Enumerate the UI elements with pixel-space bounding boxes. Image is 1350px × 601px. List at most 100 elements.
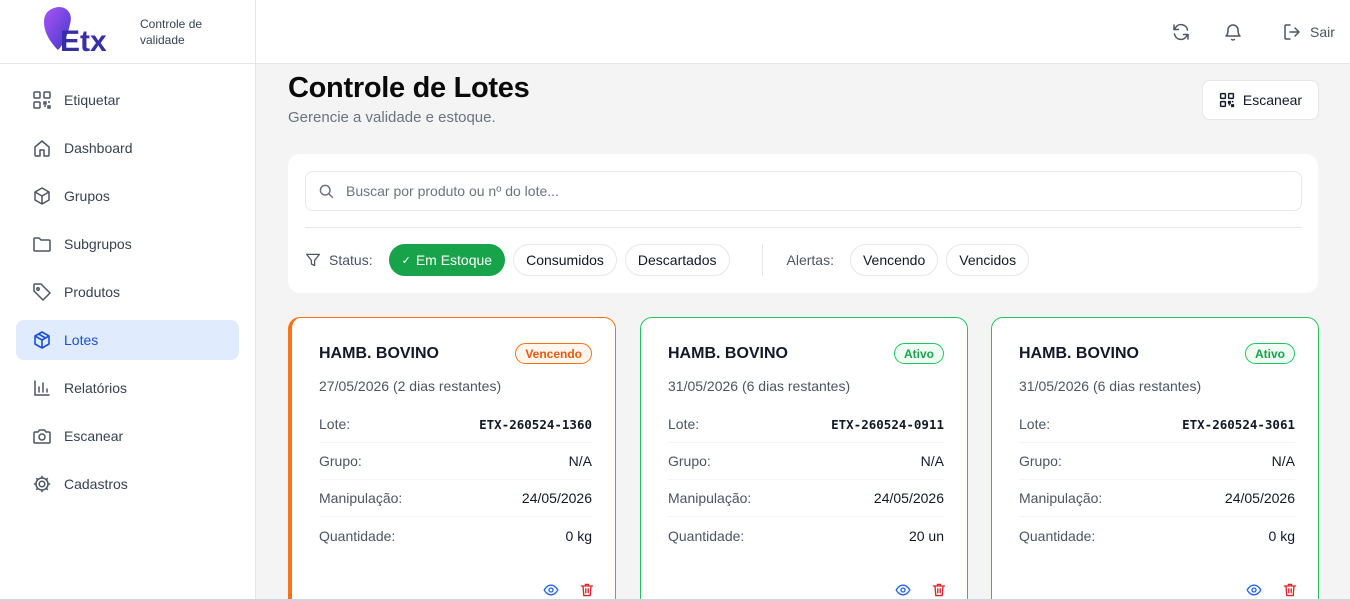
gear-icon bbox=[32, 474, 52, 494]
lot-expiry-date: 27/05/2026 (2 dias restantes) bbox=[319, 378, 502, 394]
lot-card[interactable]: HAMB. BOVINO Ativo 31/05/2026 (6 dias re… bbox=[640, 317, 968, 601]
lot-row-group: Grupo: N/A bbox=[668, 443, 944, 480]
tag-icon bbox=[32, 282, 52, 302]
sidebar-item-produtos[interactable]: Produtos bbox=[16, 272, 239, 312]
logout-button[interactable]: Sair bbox=[1282, 22, 1335, 42]
lot-row-number: Lote: ETX-260524-0911 bbox=[668, 406, 944, 443]
filter-divider bbox=[305, 227, 1302, 228]
bar-chart-icon bbox=[32, 378, 52, 398]
bell-icon[interactable] bbox=[1223, 22, 1243, 42]
lot-handling-date: 24/05/2026 bbox=[1224, 490, 1295, 506]
qr-code-icon bbox=[1219, 92, 1235, 108]
status-badge: Ativo bbox=[1245, 343, 1295, 364]
logo-text: Etx bbox=[60, 25, 107, 58]
search-box[interactable] bbox=[305, 171, 1302, 211]
lot-product-name: HAMB. BOVINO bbox=[319, 345, 439, 362]
sidebar-item-cadastros[interactable]: Cadastros bbox=[16, 464, 239, 504]
alerts-filter-label: Alertas: bbox=[786, 252, 834, 268]
sidebar-item-label: Relatórios bbox=[64, 380, 128, 396]
lot-card[interactable]: HAMB. BOVINO Vencendo 27/05/2026 (2 dias… bbox=[288, 317, 616, 601]
package-icon bbox=[32, 330, 52, 350]
logout-label: Sair bbox=[1310, 24, 1335, 40]
lot-handling-date: 24/05/2026 bbox=[873, 490, 944, 506]
lot-group: N/A bbox=[568, 453, 592, 469]
filter-separator bbox=[761, 244, 763, 276]
trash-icon[interactable] bbox=[931, 582, 947, 598]
chip-label: Descartados bbox=[637, 252, 717, 268]
refresh-icon[interactable] bbox=[1171, 22, 1191, 42]
qr-code-icon bbox=[32, 90, 52, 110]
chip-consumidos[interactable]: Consumidos bbox=[513, 244, 617, 276]
lot-expiry-date: 31/05/2026 (6 dias restantes) bbox=[668, 378, 851, 394]
sidebar-item-label: Grupos bbox=[64, 188, 110, 204]
chip-descartados[interactable]: Descartados bbox=[624, 244, 730, 276]
sidebar-item-subgrupos[interactable]: Subgrupos bbox=[16, 224, 239, 264]
lot-row-group: Grupo: N/A bbox=[1019, 443, 1295, 480]
lot-details: Lote: ETX-260524-1360 Grupo: N/A Manipulaç… bbox=[319, 406, 592, 554]
logout-icon bbox=[1282, 22, 1302, 42]
home-icon bbox=[32, 138, 52, 158]
sidebar-item-dashboard[interactable]: Dashboard bbox=[16, 128, 239, 168]
camera-icon bbox=[32, 426, 52, 446]
status-label-text: Status: bbox=[329, 252, 373, 268]
sidebar-item-grupos[interactable]: Grupos bbox=[16, 176, 239, 216]
lot-expiry-date: 31/05/2026 (6 dias restantes) bbox=[1019, 378, 1202, 394]
lot-product-name: HAMB. BOVINO bbox=[1019, 345, 1139, 362]
lot-details: Lote: ETX-260524-3061 Grupo: N/A Manipulaç… bbox=[1019, 406, 1295, 554]
lot-group: N/A bbox=[1271, 453, 1295, 469]
lot-row-handling: Manipulação: 24/05/2026 bbox=[319, 480, 592, 517]
chip-vencidos[interactable]: Vencidos bbox=[946, 244, 1030, 276]
status-badge: Vencendo bbox=[515, 343, 592, 364]
lot-row-group: Grupo: N/A bbox=[319, 443, 592, 480]
sidebar-item-label: Subgrupos bbox=[64, 236, 132, 252]
lot-row-number: Lote: ETX-260524-1360 bbox=[319, 406, 592, 443]
lot-number: ETX-260524-3061 bbox=[1182, 416, 1295, 432]
sidebar-item-relatorios[interactable]: Relatórios bbox=[16, 368, 239, 408]
lot-actions bbox=[523, 582, 595, 598]
lot-actions bbox=[1226, 582, 1298, 598]
app-logo[interactable]: Etx bbox=[40, 4, 116, 60]
lot-row-handling: Manipulação: 24/05/2026 bbox=[1019, 480, 1295, 517]
eye-icon[interactable] bbox=[543, 582, 559, 598]
status-filter-label: Status: bbox=[305, 252, 373, 268]
lot-number: ETX-260524-1360 bbox=[479, 416, 592, 432]
chip-vencendo[interactable]: Vencendo bbox=[849, 244, 939, 276]
lot-quantity: 0 kg bbox=[1268, 527, 1295, 544]
lot-group: N/A bbox=[920, 453, 944, 469]
search-icon bbox=[318, 183, 334, 199]
eye-icon[interactable] bbox=[895, 582, 911, 598]
sidebar-item-etiquetar[interactable]: Etiquetar bbox=[16, 80, 239, 120]
filter-icon bbox=[305, 252, 321, 268]
page-subtitle: Gerencie a validade e estoque. bbox=[288, 109, 496, 126]
filter-row: Status: ✓ Em Estoque Consumidos Descarta… bbox=[305, 244, 1037, 276]
lot-row-quantity: Quantidade: 20 un bbox=[668, 527, 944, 544]
chip-label: Em Estoque bbox=[415, 252, 493, 268]
search-input[interactable] bbox=[346, 183, 1246, 199]
check-icon: ✓ bbox=[401, 254, 411, 267]
sidebar-item-lotes[interactable]: Lotes bbox=[16, 320, 239, 360]
filter-panel: Status: ✓ Em Estoque Consumidos Descarta… bbox=[288, 154, 1318, 293]
sidebar-item-label: Produtos bbox=[64, 284, 121, 300]
sidebar-item-label: Cadastros bbox=[64, 476, 128, 492]
chip-label: Consumidos bbox=[526, 252, 604, 268]
lot-product-name: HAMB. BOVINO bbox=[668, 345, 788, 362]
eye-icon[interactable] bbox=[1246, 582, 1262, 598]
sidebar-nav: Etiquetar Dashboard Grupos Subgrupos Pro… bbox=[0, 64, 255, 528]
sidebar-item-label: Dashboard bbox=[64, 140, 133, 156]
chip-em-estoque[interactable]: ✓ Em Estoque bbox=[388, 244, 506, 276]
trash-icon[interactable] bbox=[579, 582, 595, 598]
scan-button[interactable]: Escanear bbox=[1202, 80, 1319, 120]
lot-row-number: Lote: ETX-260524-3061 bbox=[1019, 406, 1295, 443]
sidebar-item-escanear[interactable]: Escanear bbox=[16, 416, 239, 456]
lot-number: ETX-260524-0911 bbox=[831, 416, 944, 432]
lot-quantity: 20 un bbox=[908, 527, 944, 544]
sidebar-item-label: Etiquetar bbox=[64, 92, 121, 108]
sidebar-item-label: Lotes bbox=[64, 332, 99, 348]
sidebar: Etx Controle de validade Etiquetar Dashb… bbox=[0, 0, 256, 601]
lot-handling-date: 24/05/2026 bbox=[521, 490, 592, 506]
trash-icon[interactable] bbox=[1282, 582, 1298, 598]
lot-card[interactable]: HAMB. BOVINO Ativo 31/05/2026 (6 dias re… bbox=[991, 317, 1319, 601]
box-icon bbox=[32, 186, 52, 206]
lot-actions bbox=[875, 582, 947, 598]
main-content: Controle de Lotes Gerencie a validade e … bbox=[256, 64, 1350, 601]
